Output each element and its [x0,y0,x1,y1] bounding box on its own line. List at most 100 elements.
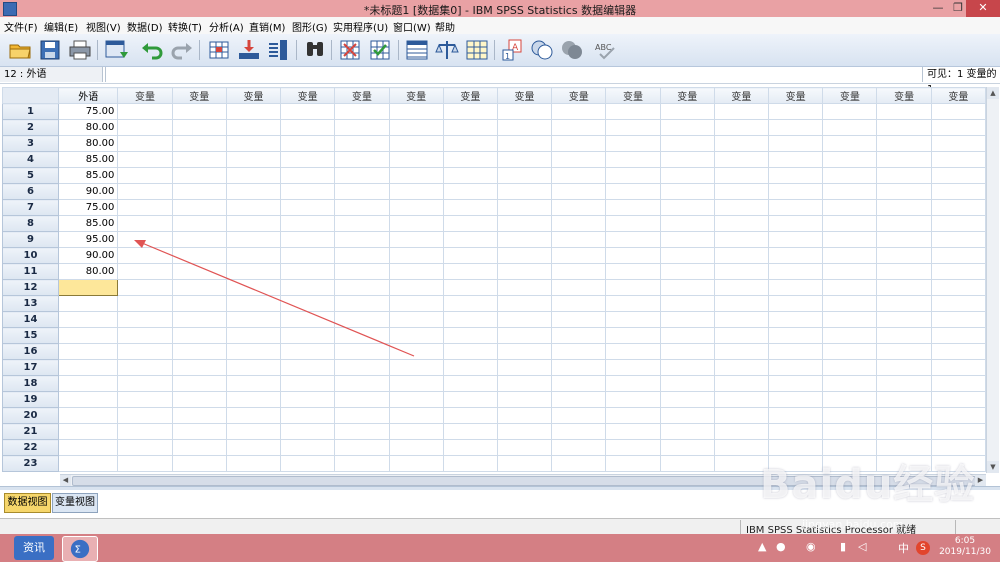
data-cell[interactable] [58,295,119,312]
empty-cell[interactable] [659,135,715,152]
empty-cell[interactable] [496,311,553,328]
empty-cell[interactable] [713,167,770,184]
empty-cell[interactable] [768,311,824,328]
menu-view[interactable]: 视图(V) [86,19,121,34]
empty-cell[interactable] [442,263,498,280]
empty-cell[interactable] [496,183,553,200]
empty-cell[interactable] [280,407,336,424]
column-header-empty[interactable]: 变量 [822,87,878,104]
empty-cell[interactable] [822,343,878,360]
empty-cell[interactable] [225,103,282,120]
data-cell[interactable] [58,311,119,328]
scroll-down-icon[interactable]: ▼ [987,461,999,473]
empty-cell[interactable] [930,231,986,248]
empty-cell[interactable] [442,103,498,120]
empty-cell[interactable] [822,311,878,328]
empty-cell[interactable] [388,327,444,344]
empty-cell[interactable] [822,295,878,312]
empty-cell[interactable] [605,327,661,344]
menu-data[interactable]: 数据(D) [127,19,163,34]
empty-cell[interactable] [225,439,282,456]
empty-cell[interactable] [822,375,878,392]
empty-cell[interactable] [822,183,878,200]
empty-cell[interactable] [496,263,553,280]
empty-cell[interactable] [496,439,553,456]
column-header-empty[interactable]: 变量 [768,87,824,104]
empty-cell[interactable] [388,359,444,376]
empty-cell[interactable] [334,231,390,248]
empty-cell[interactable] [768,295,824,312]
empty-cell[interactable] [117,119,173,136]
empty-cell[interactable] [659,343,715,360]
empty-cell[interactable] [117,183,173,200]
menu-help[interactable]: 帮助 [435,19,455,34]
redo-icon[interactable] [170,38,194,62]
empty-cell[interactable] [334,391,390,408]
empty-cell[interactable] [171,103,227,120]
empty-cell[interactable] [605,423,661,440]
empty-cell[interactable] [171,359,227,376]
empty-cell[interactable] [225,391,282,408]
empty-cell[interactable] [659,295,715,312]
data-cell[interactable]: 80.00 [58,263,119,280]
empty-cell[interactable] [822,151,878,168]
empty-cell[interactable] [442,359,498,376]
empty-cell[interactable] [930,215,986,232]
empty-cell[interactable] [496,151,553,168]
empty-cell[interactable] [659,279,715,296]
use-sets-icon[interactable]: A1 [501,38,525,62]
empty-cell[interactable] [930,279,986,296]
empty-cell[interactable] [171,295,227,312]
empty-cell[interactable] [388,343,444,360]
row-header[interactable]: 2 [2,119,60,136]
empty-cell[interactable] [496,247,553,264]
data-cell[interactable] [58,359,119,376]
empty-cell[interactable] [876,327,932,344]
empty-cell[interactable] [334,215,390,232]
column-header-empty[interactable]: 变量 [876,87,932,104]
empty-cell[interactable] [496,391,553,408]
empty-cell[interactable] [930,359,986,376]
empty-cell[interactable] [496,103,553,120]
column-header-empty[interactable]: 变量 [442,87,498,104]
empty-cell[interactable] [605,263,661,280]
empty-cell[interactable] [117,455,173,472]
empty-cell[interactable] [171,247,227,264]
empty-cell[interactable] [822,135,878,152]
empty-cell[interactable] [768,391,824,408]
empty-cell[interactable] [225,135,282,152]
empty-cell[interactable] [551,263,607,280]
empty-cell[interactable] [659,359,715,376]
empty-cell[interactable] [822,231,878,248]
empty-cell[interactable] [605,167,661,184]
empty-cell[interactable] [388,183,444,200]
scroll-left-icon[interactable]: ◀ [60,475,71,486]
empty-cell[interactable] [496,423,553,440]
empty-cell[interactable] [551,151,607,168]
empty-cell[interactable] [225,327,282,344]
empty-cell[interactable] [171,135,227,152]
empty-cell[interactable] [551,455,607,472]
empty-cell[interactable] [280,455,336,472]
empty-cell[interactable] [225,311,282,328]
row-header[interactable]: 3 [2,135,60,152]
empty-cell[interactable] [659,423,715,440]
empty-cell[interactable] [551,247,607,264]
empty-cell[interactable] [280,439,336,456]
row-header[interactable]: 10 [2,247,60,264]
empty-cell[interactable] [334,359,390,376]
empty-cell[interactable] [388,455,444,472]
empty-cell[interactable] [117,247,173,264]
empty-cell[interactable] [171,439,227,456]
empty-cell[interactable] [768,119,824,136]
empty-cell[interactable] [442,247,498,264]
empty-cell[interactable] [280,183,336,200]
empty-cell[interactable] [442,391,498,408]
menu-utilities[interactable]: 实用程序(U) [333,19,388,34]
empty-cell[interactable] [334,343,390,360]
empty-cell[interactable] [171,455,227,472]
empty-cell[interactable] [605,359,661,376]
scroll-right-icon[interactable]: ▶ [975,475,986,486]
empty-cell[interactable] [388,391,444,408]
empty-cell[interactable] [225,231,282,248]
